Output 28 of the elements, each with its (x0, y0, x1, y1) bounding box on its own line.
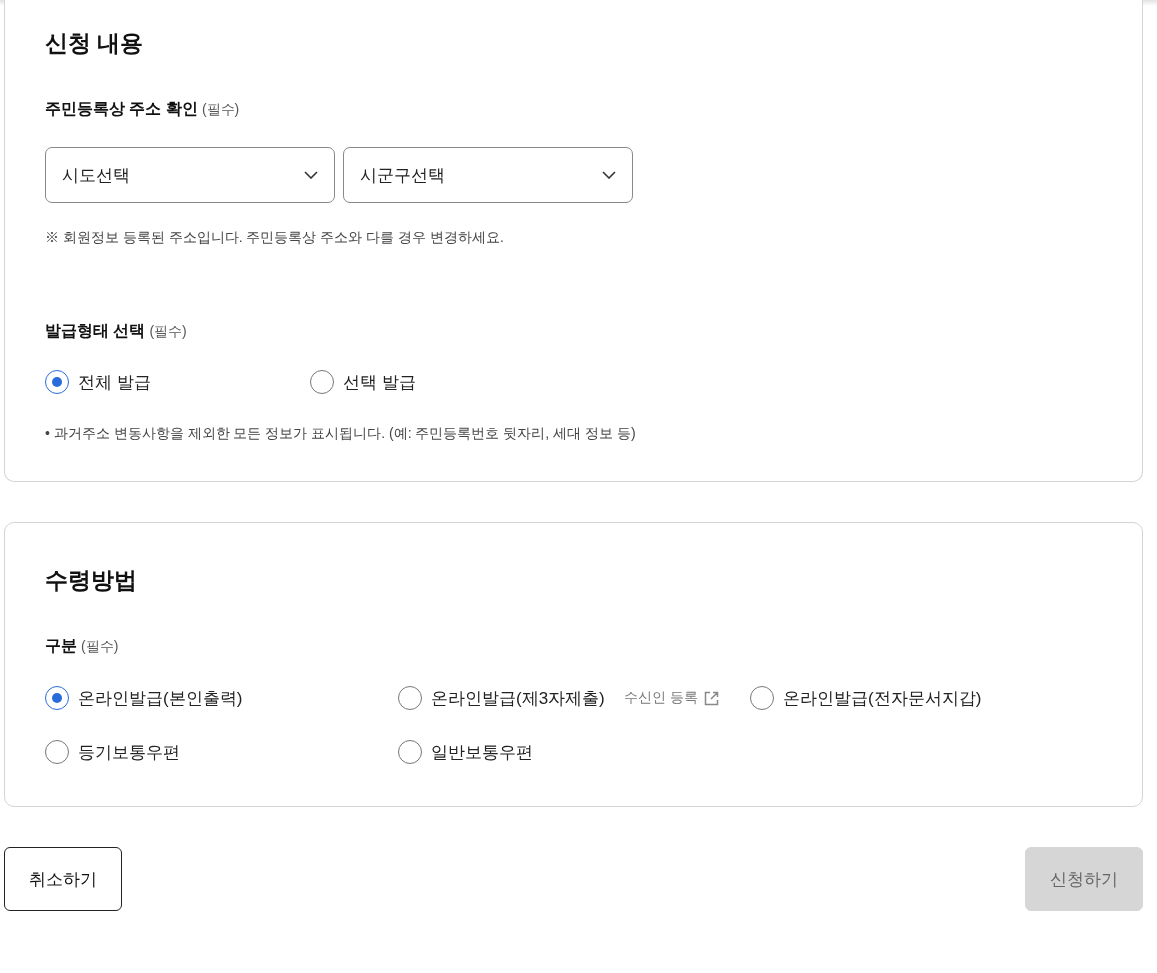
external-link-icon (703, 690, 719, 706)
field-label: 구분 (필수) (45, 636, 120, 656)
radio-label: 일반보통우편 (431, 741, 533, 764)
dropdown-select[interactable]: 시도선택 (45, 147, 335, 203)
address-note: ※ 회원정보 등록된 주소입니다. 주민등록상 주소와 다를 경우 변경하세요. (45, 228, 505, 247)
cancel-button[interactable]: 취소하기 (4, 847, 122, 911)
field-label: 주민등록상 주소 확인 (필수) (45, 99, 241, 119)
radio-label: 선택 발급 (343, 371, 416, 394)
recipient-link[interactable]: 수신인 등록 (623, 689, 719, 707)
radio-button[interactable] (45, 370, 69, 394)
radio-label: 온라인발급(전자문서지갑) (783, 687, 982, 710)
radio-button[interactable] (398, 686, 422, 710)
radio-label: 온라인발급(제3자제출) (431, 687, 605, 710)
chevron-down-icon (602, 171, 616, 179)
section-title: 수령방법 (45, 566, 138, 595)
issue-type-note: • 과거주소 변동사항을 제외한 모든 정보가 표시됩니다. (예: 주민등록번호 뒷자리, 세대 정보 등) (45, 424, 637, 443)
radio-label: 전체 발급 (78, 371, 151, 394)
chevron-down-icon (304, 171, 318, 179)
section-title: 신청 내용 (45, 29, 145, 58)
radio-button[interactable] (45, 686, 69, 710)
dropdown-select[interactable]: 시군구선택 (343, 147, 633, 203)
radio-button[interactable] (310, 370, 334, 394)
field-label: 발급형태 선택 (필수) (45, 321, 188, 341)
radio-button[interactable] (45, 740, 69, 764)
radio-button[interactable] (398, 740, 422, 764)
radio-label: 등기보통우편 (78, 741, 180, 764)
radio-button[interactable] (750, 686, 774, 710)
radio-label: 온라인발급(본인출력) (78, 687, 243, 710)
